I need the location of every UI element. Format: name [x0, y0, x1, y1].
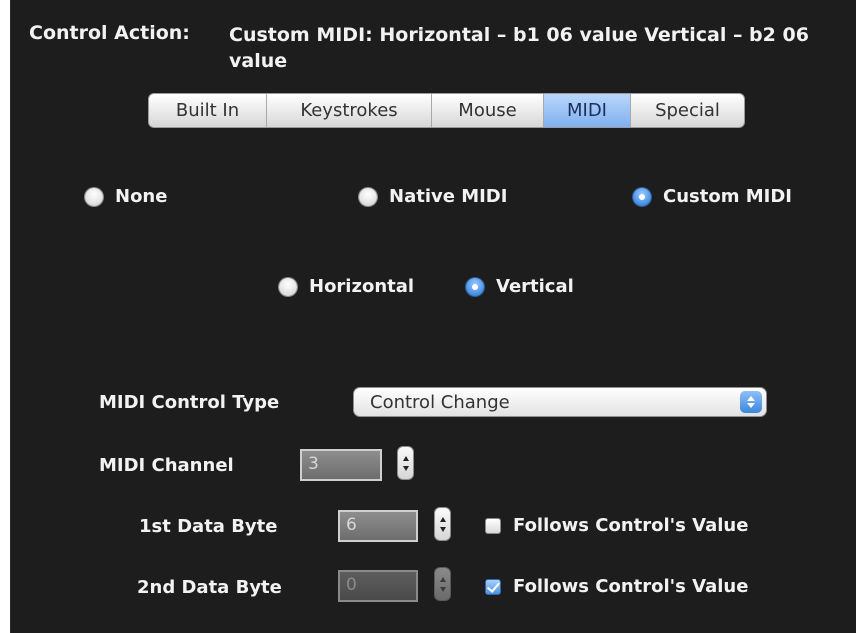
data-byte-2-follows[interactable]: Follows Control's Value — [485, 576, 748, 597]
radio-button[interactable] — [633, 187, 651, 206]
radio-button[interactable] — [85, 187, 103, 206]
data-byte-1-field[interactable]: 6 — [338, 510, 418, 542]
tab-built-in[interactable]: Built In — [149, 94, 267, 127]
radio-none[interactable]: None — [85, 186, 167, 207]
radio-custom-midi[interactable]: Custom MIDI — [633, 186, 792, 207]
select-arrows-icon — [740, 391, 762, 413]
radio-custom-midi-label: Custom MIDI — [663, 186, 792, 207]
tab-keystrokes[interactable]: Keystrokes — [267, 94, 432, 127]
radio-button[interactable] — [466, 277, 484, 296]
stepper-down-icon — [402, 465, 409, 471]
radio-horizontal[interactable]: Horizontal — [279, 276, 414, 297]
radio-button[interactable] — [279, 277, 297, 296]
control-action-label: Control Action: — [29, 22, 190, 44]
follows-control-value-checkbox[interactable] — [485, 517, 501, 534]
action-type-tabs: Built In Keystrokes Mouse MIDI Special — [148, 93, 745, 128]
stepper-down-icon — [439, 586, 446, 592]
radio-native-midi-label: Native MIDI — [389, 186, 508, 207]
stepper-down-icon — [439, 526, 446, 532]
midi-channel-stepper[interactable] — [397, 446, 414, 480]
midi-control-type-label: MIDI Control Type — [99, 392, 280, 413]
stepper-up-icon — [402, 455, 409, 461]
data-byte-1-stepper[interactable] — [434, 507, 451, 541]
radio-none-label: None — [115, 186, 168, 207]
tab-special[interactable]: Special — [631, 94, 744, 127]
follows-control-value-label: Follows Control's Value — [513, 576, 749, 597]
radio-vertical[interactable]: Vertical — [466, 276, 574, 297]
radio-native-midi[interactable]: Native MIDI — [359, 186, 507, 207]
tab-mouse[interactable]: Mouse — [432, 94, 544, 127]
midi-channel-field[interactable]: 3 — [300, 449, 382, 481]
midi-settings-panel: Control Action: Custom MIDI: Horizontal … — [10, 0, 856, 633]
radio-vertical-label: Vertical — [496, 276, 574, 297]
radio-button[interactable] — [359, 187, 377, 206]
stepper-up-icon — [439, 576, 446, 582]
data-byte-2-label: 2nd Data Byte — [137, 577, 282, 598]
follows-control-value-checkbox[interactable] — [485, 578, 501, 595]
midi-control-type-select[interactable]: Control Change — [353, 387, 767, 417]
data-byte-1-label: 1st Data Byte — [139, 516, 278, 537]
data-byte-2-stepper[interactable] — [434, 567, 451, 601]
data-byte-1-follows[interactable]: Follows Control's Value — [485, 515, 748, 536]
midi-channel-label: MIDI Channel — [99, 455, 234, 476]
midi-control-type-value: Control Change — [370, 392, 510, 413]
tab-midi[interactable]: MIDI — [544, 94, 631, 127]
data-byte-2-field[interactable]: 0 — [338, 570, 418, 602]
radio-horizontal-label: Horizontal — [309, 276, 415, 297]
follows-control-value-label: Follows Control's Value — [513, 515, 749, 536]
control-action-value: Custom MIDI: Horizontal – b1 06 value Ve… — [229, 24, 809, 72]
stepper-up-icon — [439, 516, 446, 522]
